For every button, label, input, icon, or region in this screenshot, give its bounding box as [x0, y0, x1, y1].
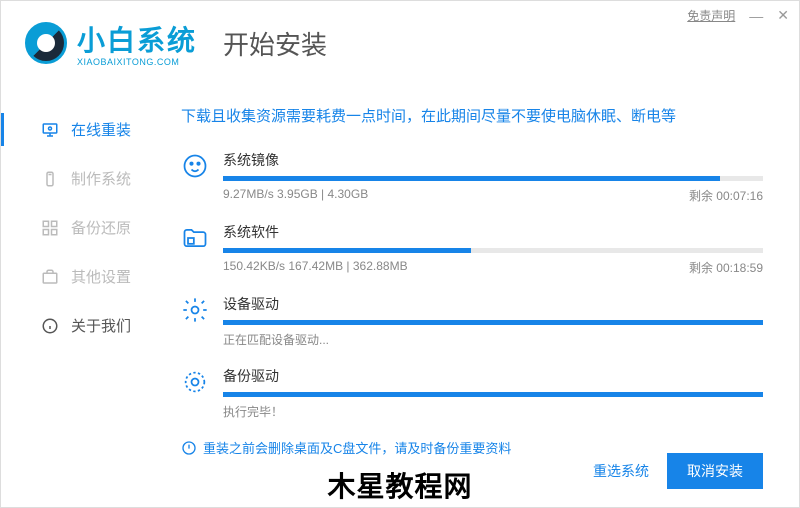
sidebar-item-label: 关于我们	[71, 315, 131, 336]
sidebar-item-label: 备份还原	[71, 217, 131, 238]
task-stats: 执行完毕！	[223, 403, 283, 420]
sidebar-item-label: 其他设置	[71, 266, 131, 287]
task-title: 备份驱动	[223, 366, 763, 386]
sidebar-item-settings[interactable]: 其他设置	[1, 252, 161, 301]
sidebar-item-label: 在线重装	[71, 119, 131, 140]
progress-bar	[223, 392, 763, 397]
task-software: 系统软件 150.42KB/s 167.42MB | 362.88MB 剩余 00…	[181, 222, 763, 276]
folder-icon	[181, 224, 209, 252]
cancel-button[interactable]: 取消安装	[667, 453, 763, 489]
sidebar-item-reinstall[interactable]: 在线重装	[1, 105, 161, 154]
progress-bar	[223, 176, 763, 181]
reselect-button[interactable]: 重选系统	[593, 461, 649, 481]
task-stats: 9.27MB/s 3.95GB | 4.30GB	[223, 187, 368, 204]
close-icon[interactable]: ✕	[777, 7, 789, 24]
usb-icon	[41, 170, 59, 188]
task-title: 设备驱动	[223, 294, 763, 314]
briefcase-icon	[41, 268, 59, 286]
sidebar-item-about[interactable]: 关于我们	[1, 301, 161, 350]
progress-bar	[223, 248, 763, 253]
sidebar: 在线重装 制作系统 备份还原 其他设置 关于我们	[1, 85, 161, 507]
sidebar-item-label: 制作系统	[71, 168, 131, 189]
disclaimer-link[interactable]: 免责声明	[687, 7, 735, 24]
grid-icon	[41, 219, 59, 237]
sidebar-item-make[interactable]: 制作系统	[1, 154, 161, 203]
info-icon	[41, 317, 59, 335]
app-logo	[25, 22, 67, 64]
face-icon	[181, 152, 209, 180]
warning-text: 重装之前会删除桌面及C盘文件，请及时备份重要资料	[203, 438, 511, 457]
brand-domain: XIAOBAIXITONG.COM	[77, 57, 197, 67]
minimize-icon[interactable]: —	[749, 8, 763, 24]
task-remain: 剩余 00:18:59	[689, 259, 763, 276]
header: 小白系统 XIAOBAIXITONG.COM 开始安装	[1, 1, 799, 85]
task-stats: 正在匹配设备驱动...	[223, 331, 329, 348]
brand-name: 小白系统	[77, 19, 197, 59]
notice-text: 下载且收集资源需要耗费一点时间，在此期间尽量不要使电脑休眠、断电等	[181, 105, 763, 126]
task-driver: 设备驱动 正在匹配设备驱动...	[181, 294, 763, 348]
alert-icon	[181, 440, 197, 456]
title-bar: 免责声明 — ✕	[687, 7, 789, 24]
progress-bar	[223, 320, 763, 325]
task-stats: 150.42KB/s 167.42MB | 362.88MB	[223, 259, 408, 276]
gear-outline-icon	[181, 368, 209, 396]
task-image: 系统镜像 9.27MB/s 3.95GB | 4.30GB 剩余 00:07:16	[181, 150, 763, 204]
footer-actions: 重选系统 取消安装	[593, 453, 763, 489]
monitor-icon	[41, 121, 59, 139]
task-remain: 剩余 00:07:16	[689, 187, 763, 204]
task-backup-driver: 备份驱动 执行完毕！	[181, 366, 763, 420]
page-title: 开始安装	[223, 25, 327, 62]
main-content: 下载且收集资源需要耗费一点时间，在此期间尽量不要使电脑休眠、断电等 系统镜像 9…	[161, 85, 799, 507]
gear-icon	[181, 296, 209, 324]
task-title: 系统镜像	[223, 150, 763, 170]
sidebar-item-backup[interactable]: 备份还原	[1, 203, 161, 252]
task-title: 系统软件	[223, 222, 763, 242]
